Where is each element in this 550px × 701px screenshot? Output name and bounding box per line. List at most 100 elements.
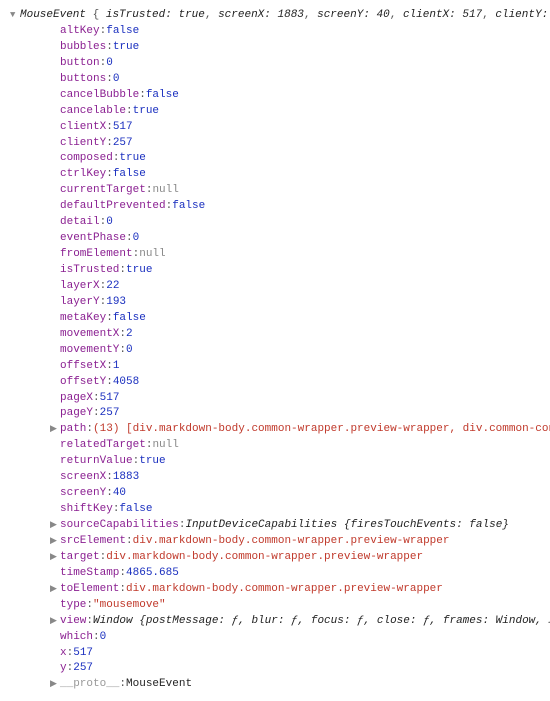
property-row: composed: true xyxy=(30,151,540,167)
property-row: metaKey: false xyxy=(30,311,540,327)
expand-right-icon[interactable]: ▶ xyxy=(50,423,60,436)
expand-right-icon[interactable]: ▶ xyxy=(50,615,60,628)
property-value: (13) [div.markdown-body.common-wrapper.p… xyxy=(93,422,550,438)
property-row[interactable]: ▶sourceCapabilities: InputDeviceCapabili… xyxy=(30,518,540,534)
property-row: which: 0 xyxy=(30,630,540,646)
expand-right-icon[interactable]: ▶ xyxy=(50,519,60,532)
colon-separator: : xyxy=(93,630,100,646)
property-value: 0 xyxy=(106,215,113,231)
property-key: target xyxy=(60,550,100,566)
property-key: movementX xyxy=(60,327,119,343)
colon-separator: : xyxy=(179,518,186,534)
property-row[interactable]: ▶target: div.markdown-body.common-wrappe… xyxy=(30,550,540,566)
property-row: x: 517 xyxy=(30,646,540,662)
property-row: y: 257 xyxy=(30,661,540,677)
property-row: eventPhase: 0 xyxy=(30,231,540,247)
colon-separator: : xyxy=(67,646,74,662)
colon-separator: : xyxy=(106,72,113,88)
property-row: cancelable: true xyxy=(30,104,540,120)
property-row: clientX: 517 xyxy=(30,120,540,136)
property-value: MouseEvent xyxy=(126,677,192,693)
brace-open: { xyxy=(93,9,100,21)
colon-separator: : xyxy=(126,231,133,247)
property-value: null xyxy=(152,438,178,454)
property-key: timeStamp xyxy=(60,566,119,582)
property-value: 1883 xyxy=(113,470,139,486)
property-value: true xyxy=(139,454,165,470)
property-value: 0 xyxy=(133,231,140,247)
property-row: screenX: 1883 xyxy=(30,470,540,486)
property-value: false xyxy=(113,167,146,183)
property-key: metaKey xyxy=(60,311,106,327)
property-value: div.markdown-body.common-wrapper.preview… xyxy=(126,582,443,598)
property-row[interactable]: ▶path: (13) [div.markdown-body.common-wr… xyxy=(30,422,540,438)
property-value: 22 xyxy=(106,279,119,295)
property-row[interactable]: ▶__proto__: MouseEvent xyxy=(30,677,540,693)
property-row[interactable]: ▶toElement: div.markdown-body.common-wra… xyxy=(30,582,540,598)
expand-right-icon[interactable]: ▶ xyxy=(50,551,60,564)
property-key: relatedTarget xyxy=(60,438,146,454)
colon-separator: : xyxy=(106,486,113,502)
property-value: 2 xyxy=(126,327,133,343)
property-key: layerX xyxy=(60,279,100,295)
property-key: cancelable xyxy=(60,104,126,120)
property-key: pageX xyxy=(60,391,93,407)
property-key: currentTarget xyxy=(60,183,146,199)
property-row: movementX: 2 xyxy=(30,327,540,343)
property-row: returnValue: true xyxy=(30,454,540,470)
colon-separator: : xyxy=(119,677,126,693)
property-row: type: "mousemove" xyxy=(30,598,540,614)
property-value: 193 xyxy=(106,295,126,311)
property-row[interactable]: ▶srcElement: div.markdown-body.common-wr… xyxy=(30,534,540,550)
property-row: pageY: 257 xyxy=(30,406,540,422)
object-header[interactable]: ▼ MouseEvent { isTrusted: true, screenX:… xyxy=(10,8,540,24)
property-key: x xyxy=(60,646,67,662)
colon-separator: : xyxy=(119,566,126,582)
property-value: false xyxy=(119,502,152,518)
colon-separator: : xyxy=(86,422,93,438)
colon-separator: : xyxy=(106,136,113,152)
property-value: 257 xyxy=(100,406,120,422)
property-value: div.markdown-body.common-wrapper.preview… xyxy=(106,550,423,566)
property-row: ctrlKey: false xyxy=(30,167,540,183)
property-row: buttons: 0 xyxy=(30,72,540,88)
property-value: 0 xyxy=(100,630,107,646)
expand-right-icon[interactable]: ▶ xyxy=(50,535,60,548)
property-row: currentTarget: null xyxy=(30,183,540,199)
property-key: returnValue xyxy=(60,454,133,470)
property-key: bubbles xyxy=(60,40,106,56)
expand-down-icon[interactable]: ▼ xyxy=(10,9,20,22)
property-key: composed xyxy=(60,151,113,167)
property-key: shiftKey xyxy=(60,502,113,518)
property-value: 257 xyxy=(113,136,133,152)
property-value: 1 xyxy=(113,359,120,375)
colon-separator: : xyxy=(146,438,153,454)
colon-separator: : xyxy=(100,56,107,72)
property-row: layerY: 193 xyxy=(30,295,540,311)
colon-separator: : xyxy=(139,88,146,104)
property-key: view xyxy=(60,614,86,630)
colon-separator: : xyxy=(119,263,126,279)
colon-separator: : xyxy=(106,311,113,327)
property-value: false xyxy=(146,88,179,104)
colon-separator: : xyxy=(126,534,133,550)
property-value: 517 xyxy=(73,646,93,662)
property-value: 0 xyxy=(113,72,120,88)
property-row[interactable]: ▶view: Window {postMessage: ƒ, blur: ƒ, … xyxy=(30,614,540,630)
expand-right-icon[interactable]: ▶ xyxy=(50,678,60,691)
property-value: false xyxy=(106,24,139,40)
property-row: offsetX: 1 xyxy=(30,359,540,375)
colon-separator: : xyxy=(119,582,126,598)
property-value: div.markdown-body.common-wrapper.preview… xyxy=(133,534,450,550)
colon-separator: : xyxy=(100,279,107,295)
property-value: 0 xyxy=(126,343,133,359)
property-value: null xyxy=(139,247,165,263)
property-key: clientY xyxy=(60,136,106,152)
property-key: offsetX xyxy=(60,359,106,375)
colon-separator: : xyxy=(133,247,140,263)
property-row: detail: 0 xyxy=(30,215,540,231)
property-value: 257 xyxy=(73,661,93,677)
expand-right-icon[interactable]: ▶ xyxy=(50,583,60,596)
colon-separator: : xyxy=(86,598,93,614)
property-key: screenY xyxy=(60,486,106,502)
